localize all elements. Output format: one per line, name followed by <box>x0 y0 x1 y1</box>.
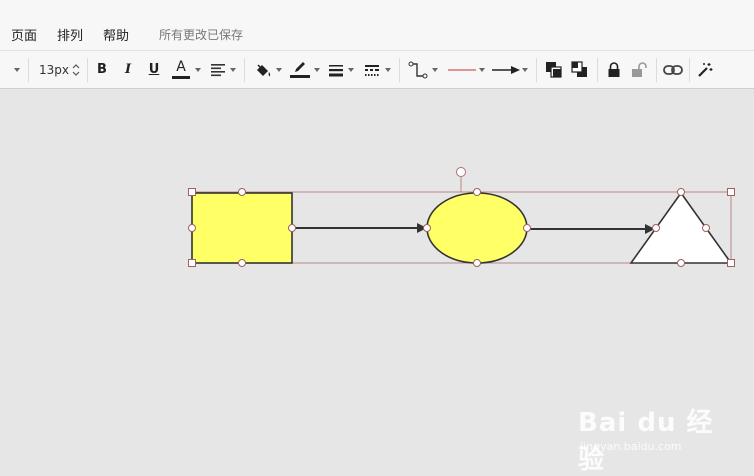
caret-icon <box>14 67 20 72</box>
ellipse-shape[interactable] <box>426 192 528 264</box>
link-button[interactable] <box>663 51 683 88</box>
line-color-swatch <box>290 75 310 78</box>
link-icon <box>663 64 683 75</box>
caret-icon <box>314 67 320 72</box>
resize-handle-top-right[interactable] <box>727 188 735 196</box>
toolbar-divider <box>689 58 690 82</box>
toolbar-divider <box>536 58 537 82</box>
elbow-connector-icon <box>408 61 428 78</box>
anchor-point[interactable] <box>288 224 296 232</box>
bold-button[interactable]: B <box>94 51 110 88</box>
lock-icon <box>608 61 620 77</box>
caret-icon <box>276 67 282 72</box>
anchor-point[interactable] <box>677 259 685 267</box>
fill-color-button[interactable] <box>253 51 273 88</box>
align-left-icon <box>211 63 225 76</box>
anchor-point[interactable] <box>188 224 196 232</box>
anchor-point[interactable] <box>702 224 710 232</box>
caret-icon <box>195 67 201 72</box>
toolbar: 13px B I U A <box>0 50 754 89</box>
bold-label: B <box>97 62 107 77</box>
font-size-value: 13px <box>39 62 69 77</box>
rectangle-shape[interactable] <box>191 192 293 264</box>
arrow-style-button[interactable] <box>491 51 521 88</box>
italic-label: I <box>124 62 132 77</box>
resize-handle-bottom-left[interactable] <box>188 259 196 267</box>
pen-icon <box>295 62 305 72</box>
caret-icon <box>230 67 236 72</box>
unlock-button[interactable] <box>630 51 648 88</box>
menu-help[interactable]: 帮助 <box>103 25 129 44</box>
lock-button[interactable] <box>605 51 623 88</box>
send-to-back-button[interactable] <box>570 51 590 88</box>
font-color-label: A <box>176 59 186 75</box>
font-color-button[interactable]: A <box>170 51 192 88</box>
toolbar-divider <box>244 58 245 82</box>
toolbar-divider <box>399 58 400 82</box>
stepper-icon <box>72 63 80 76</box>
underline-button[interactable]: U <box>146 51 162 88</box>
line-color-button[interactable] <box>289 51 311 88</box>
connector-type-button[interactable] <box>407 51 429 88</box>
toolbar-divider <box>597 58 598 82</box>
arrow-right-icon <box>492 65 520 74</box>
magic-format-button[interactable] <box>696 51 714 88</box>
anchor-point[interactable] <box>523 224 531 232</box>
toolbar-divider <box>656 58 657 82</box>
line-type-dropdown[interactable] <box>478 51 486 88</box>
anchor-point[interactable] <box>473 259 481 267</box>
anchor-point[interactable] <box>652 224 660 232</box>
anchor-point[interactable] <box>473 188 481 196</box>
menu-arrange[interactable]: 排列 <box>57 25 83 44</box>
toolbar-divider <box>28 58 29 82</box>
font-size-stepper[interactable] <box>71 51 81 88</box>
menu-bar: 页面 排列 帮助 所有更改已保存 <box>0 0 754 50</box>
save-status: 所有更改已保存 <box>159 28 244 42</box>
menu-page[interactable]: 页面 <box>11 25 37 44</box>
toolbar-divider <box>87 58 88 82</box>
unlock-icon <box>632 61 647 77</box>
font-color-dropdown[interactable] <box>194 51 202 88</box>
arrow-style-dropdown[interactable] <box>521 51 529 88</box>
line-color-dropdown[interactable] <box>313 51 321 88</box>
caret-icon <box>522 67 528 72</box>
caret-icon <box>479 67 485 72</box>
italic-button[interactable]: I <box>120 51 136 88</box>
watermark: Bai du 经验 jingyan.baidu.com <box>578 402 718 475</box>
line-width-button[interactable] <box>327 51 345 88</box>
anchor-point[interactable] <box>238 188 246 196</box>
caret-icon <box>348 67 354 72</box>
fill-color-dropdown[interactable] <box>275 51 283 88</box>
paint-bucket-icon <box>257 63 271 76</box>
line-width-icon <box>329 64 343 76</box>
line-style-dropdown[interactable] <box>384 51 392 88</box>
font-color-swatch <box>172 76 190 79</box>
connector-type-dropdown[interactable] <box>431 51 439 88</box>
send-to-back-icon <box>571 60 587 77</box>
underline-label: U <box>148 62 160 77</box>
text-align-dropdown[interactable] <box>229 51 237 88</box>
resize-handle-bottom-right[interactable] <box>727 259 735 267</box>
watermark-url: jingyan.baidu.com <box>580 440 682 453</box>
watermark-logo-text: Bai du 经验 <box>578 408 714 475</box>
bring-to-front-icon <box>546 61 562 78</box>
toolbar-dropdown-button[interactable] <box>10 51 24 88</box>
caret-icon <box>432 67 438 72</box>
line-type-button[interactable] <box>446 51 478 88</box>
rotate-handle[interactable] <box>456 167 466 177</box>
line-style-button[interactable] <box>363 51 381 88</box>
font-size-field[interactable]: 13px <box>38 51 70 88</box>
line-width-dropdown[interactable] <box>347 51 355 88</box>
line-style-icon <box>365 64 379 76</box>
magic-wand-icon <box>698 62 713 77</box>
anchor-point[interactable] <box>238 259 246 267</box>
anchor-point[interactable] <box>677 188 685 196</box>
text-align-button[interactable] <box>209 51 227 88</box>
caret-icon <box>385 67 391 72</box>
resize-handle-top-left[interactable] <box>188 188 196 196</box>
line-solid-icon <box>448 69 476 70</box>
anchor-point[interactable] <box>423 224 431 232</box>
bring-to-front-button[interactable] <box>544 51 564 88</box>
